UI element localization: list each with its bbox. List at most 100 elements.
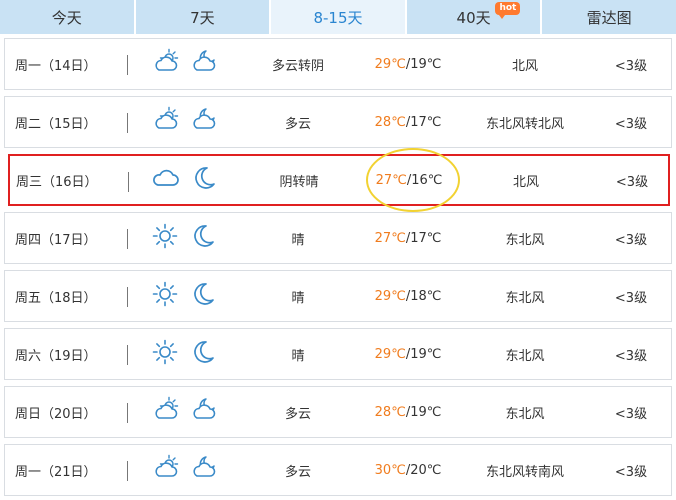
wind-level: <3级: [614, 464, 648, 480]
weather-description: 多云: [284, 464, 311, 480]
forecast-row[interactable]: 周二（15日） 多云 28℃/17℃ 东北风转北风 <3级: [4, 96, 672, 148]
date-label: 周一（14日）: [15, 58, 97, 74]
temperature: 29℃/18℃: [363, 271, 453, 321]
weather-description: 多云: [284, 116, 311, 132]
forecast-row[interactable]: 周五（18日） 晴 29℃/18℃ 东北风 <3级: [4, 270, 672, 322]
tab-8-15-days[interactable]: 8-15天: [271, 0, 405, 34]
sun-icon: [152, 339, 178, 365]
weather-description: 晴: [291, 348, 305, 364]
cloud-icon: [152, 164, 180, 196]
temperature: 28℃/17℃: [363, 97, 453, 147]
date-label: 周四（17日）: [15, 232, 97, 248]
low-temp: /19℃: [405, 346, 442, 362]
tab-today[interactable]: 今天: [0, 0, 134, 34]
temperature: 27℃/17℃: [363, 213, 453, 263]
high-temp: 30℃: [374, 462, 406, 478]
partly-cloudy-sun-icon: [155, 454, 179, 477]
high-temp: 28℃: [374, 404, 406, 420]
date-label: 周日（20日）: [15, 406, 97, 422]
partly-cloudy-sun-icon: [155, 396, 179, 419]
high-temp: 29℃: [374, 288, 406, 304]
date-label: 周二（15日）: [15, 116, 97, 132]
moon-icon: [189, 222, 217, 254]
low-temp: /17℃: [405, 230, 442, 246]
weather-description: 多云转阴: [271, 58, 324, 74]
cloud-icon: [153, 169, 179, 186]
partly-cloudy-sun-icon: [151, 106, 179, 138]
divider: [127, 403, 128, 423]
weather-description: 阴转晴: [279, 174, 319, 190]
cloudy-moon-icon: [193, 50, 216, 71]
wind-direction: 北风: [511, 58, 538, 74]
moon-icon: [194, 341, 214, 363]
moon-icon: [194, 283, 214, 305]
cloudy-moon-icon: [193, 398, 216, 419]
cloudy-moon-icon: [189, 454, 217, 486]
partly-cloudy-sun-icon: [151, 454, 179, 486]
sun-icon: [151, 222, 179, 254]
date-label: 周三（16日）: [16, 174, 98, 190]
moon-icon: [190, 164, 218, 196]
low-temp: /20℃: [405, 462, 442, 478]
date-label: 周一（21日）: [15, 464, 97, 480]
cloudy-moon-icon: [189, 396, 217, 428]
cloudy-moon-icon: [189, 48, 217, 80]
weather-description: 晴: [291, 232, 305, 248]
wind-direction: 东北风: [505, 232, 545, 248]
sun-icon: [151, 280, 179, 312]
wind-level: <3级: [615, 174, 649, 190]
tab-40-days[interactable]: 40天 hot: [406, 0, 541, 34]
wind-level: <3级: [614, 290, 648, 306]
temperature: 27℃/16℃: [364, 156, 454, 204]
forecast-row-highlighted[interactable]: 周三（16日） 阴转晴 27℃/16℃ 北风 <3级: [8, 154, 670, 206]
temperature: 29℃/19℃: [363, 329, 453, 379]
tab-label: 今天: [51, 8, 82, 27]
tab-label: 8-15天: [313, 8, 363, 27]
divider: [127, 113, 128, 133]
weather-description: 多云: [284, 406, 311, 422]
date-label: 周六（19日）: [15, 348, 97, 364]
forecast-row[interactable]: 周一（21日） 多云 30℃/20℃ 东北风转南风 <3级: [4, 444, 672, 496]
low-temp: /17℃: [405, 114, 442, 130]
wind-direction: 东北风: [505, 406, 545, 422]
moon-icon: [194, 225, 214, 247]
tab-radar[interactable]: 雷达图: [542, 0, 676, 34]
wind-direction: 东北风: [505, 348, 545, 364]
divider: [127, 55, 128, 75]
forecast-row[interactable]: 周四（17日） 晴 27℃/17℃ 东北风 <3级: [4, 212, 672, 264]
wind-level: <3级: [614, 232, 648, 248]
low-temp: /19℃: [405, 56, 442, 72]
tab-label: 40天: [456, 8, 491, 27]
hot-badge: hot: [495, 2, 521, 19]
high-temp: 29℃: [374, 56, 406, 72]
tab-7-days[interactable]: 7天: [135, 0, 270, 34]
high-temp: 29℃: [374, 346, 406, 362]
wind-direction: 东北风: [505, 290, 545, 306]
forecast-row[interactable]: 周一（14日） 多云转阴 29℃/19℃ 北风 <3级: [4, 38, 672, 90]
temperature: 28℃/19℃: [363, 387, 453, 437]
divider: [127, 229, 128, 249]
tab-label: 雷达图: [586, 8, 632, 27]
wind-direction: 北风: [512, 174, 539, 190]
high-temp: 27℃: [375, 172, 407, 188]
wind-level: <3级: [614, 58, 648, 74]
partly-cloudy-sun-icon: [155, 106, 179, 129]
moon-icon: [195, 167, 215, 189]
cloudy-moon-icon: [193, 108, 216, 129]
wind-direction: 东北风转南风: [485, 464, 564, 480]
date-label: 周五（18日）: [15, 290, 97, 306]
cloudy-moon-icon: [189, 106, 217, 138]
sun-icon: [152, 223, 178, 249]
wind-level: <3级: [614, 348, 648, 364]
cloudy-moon-icon: [193, 456, 216, 477]
temperature: 29℃/19℃: [363, 39, 453, 89]
temperature: 30℃/20℃: [363, 445, 453, 495]
forecast-row[interactable]: 周六（19日） 晴 29℃/19℃ 东北风 <3级: [4, 328, 672, 380]
forecast-tabs: 今天 7天 8-15天 40天 hot 雷达图: [0, 0, 676, 34]
forecast-row[interactable]: 周日（20日） 多云 28℃/19℃ 东北风 <3级: [4, 386, 672, 438]
moon-icon: [189, 280, 217, 312]
divider: [128, 172, 129, 192]
partly-cloudy-sun-icon: [155, 48, 179, 71]
high-temp: 27℃: [374, 230, 406, 246]
divider: [127, 287, 128, 307]
